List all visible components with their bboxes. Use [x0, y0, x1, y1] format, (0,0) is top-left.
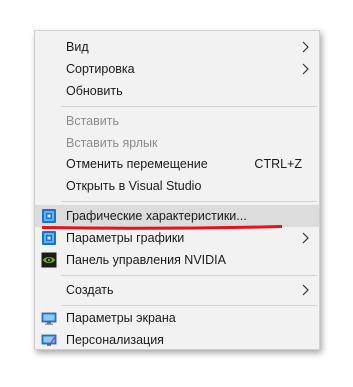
chevron-right-icon — [302, 284, 309, 296]
menu-item-paste-shortcut[interactable]: Вставить ярлык — [35, 132, 319, 154]
menu-item-label: Обновить — [66, 84, 123, 98]
menu-item-display-settings[interactable]: Параметры экрана — [35, 307, 319, 329]
menu-item-label: Параметры графики — [66, 231, 185, 245]
menu-item-graphics-options[interactable]: Параметры графики — [35, 227, 319, 249]
menu-item-refresh[interactable]: Обновить — [35, 80, 319, 102]
menu-item-label: Отменить перемещение — [66, 157, 208, 171]
menu-item-label: Создать — [66, 283, 114, 297]
menu-item-sort[interactable]: Сортировка — [35, 58, 319, 80]
intel-graphics-options-icon — [42, 231, 56, 245]
display-settings-icon — [41, 312, 57, 325]
menu-item-create[interactable]: Создать — [35, 279, 319, 301]
menu-item-label: Панель управления NVIDIA — [66, 253, 226, 267]
menu-item-label: Графические характеристики... — [66, 209, 247, 223]
chevron-right-icon — [302, 41, 309, 53]
context-menu: Вид Сортировка Обновить Вставить Вставит… — [34, 30, 320, 350]
menu-separator — [61, 201, 317, 202]
personalization-icon — [41, 334, 57, 346]
red-highlight-underline — [42, 225, 282, 230]
menu-separator — [61, 275, 317, 276]
intel-graphics-icon — [42, 209, 56, 223]
menu-separator — [61, 106, 317, 107]
menu-separator — [61, 305, 317, 306]
menu-item-view[interactable]: Вид — [35, 36, 319, 58]
menu-item-personalization[interactable]: Персонализация — [35, 329, 319, 351]
menu-item-label: Параметры экрана — [66, 311, 176, 325]
menu-item-label: Вид — [66, 40, 89, 54]
menu-item-graphics-properties[interactable]: Графические характеристики... — [35, 205, 319, 227]
menu-item-label: Персонализация — [66, 333, 164, 347]
menu-item-label: Вставить — [66, 114, 119, 128]
menu-item-nvidia-control-panel[interactable]: Панель управления NVIDIA — [35, 249, 319, 271]
menu-item-paste[interactable]: Вставить — [35, 110, 319, 132]
menu-item-label: Сортировка — [66, 62, 135, 76]
menu-item-label: Вставить ярлык — [66, 136, 158, 150]
chevron-right-icon — [302, 232, 309, 244]
shortcut-text: CTRL+Z — [254, 157, 302, 171]
menu-item-open-visual-studio[interactable]: Открыть в Visual Studio — [35, 175, 319, 197]
nvidia-icon — [41, 252, 57, 268]
menu-item-undo-move[interactable]: Отменить перемещение CTRL+Z — [35, 153, 319, 175]
menu-item-label: Открыть в Visual Studio — [66, 179, 202, 193]
chevron-right-icon — [302, 63, 309, 75]
